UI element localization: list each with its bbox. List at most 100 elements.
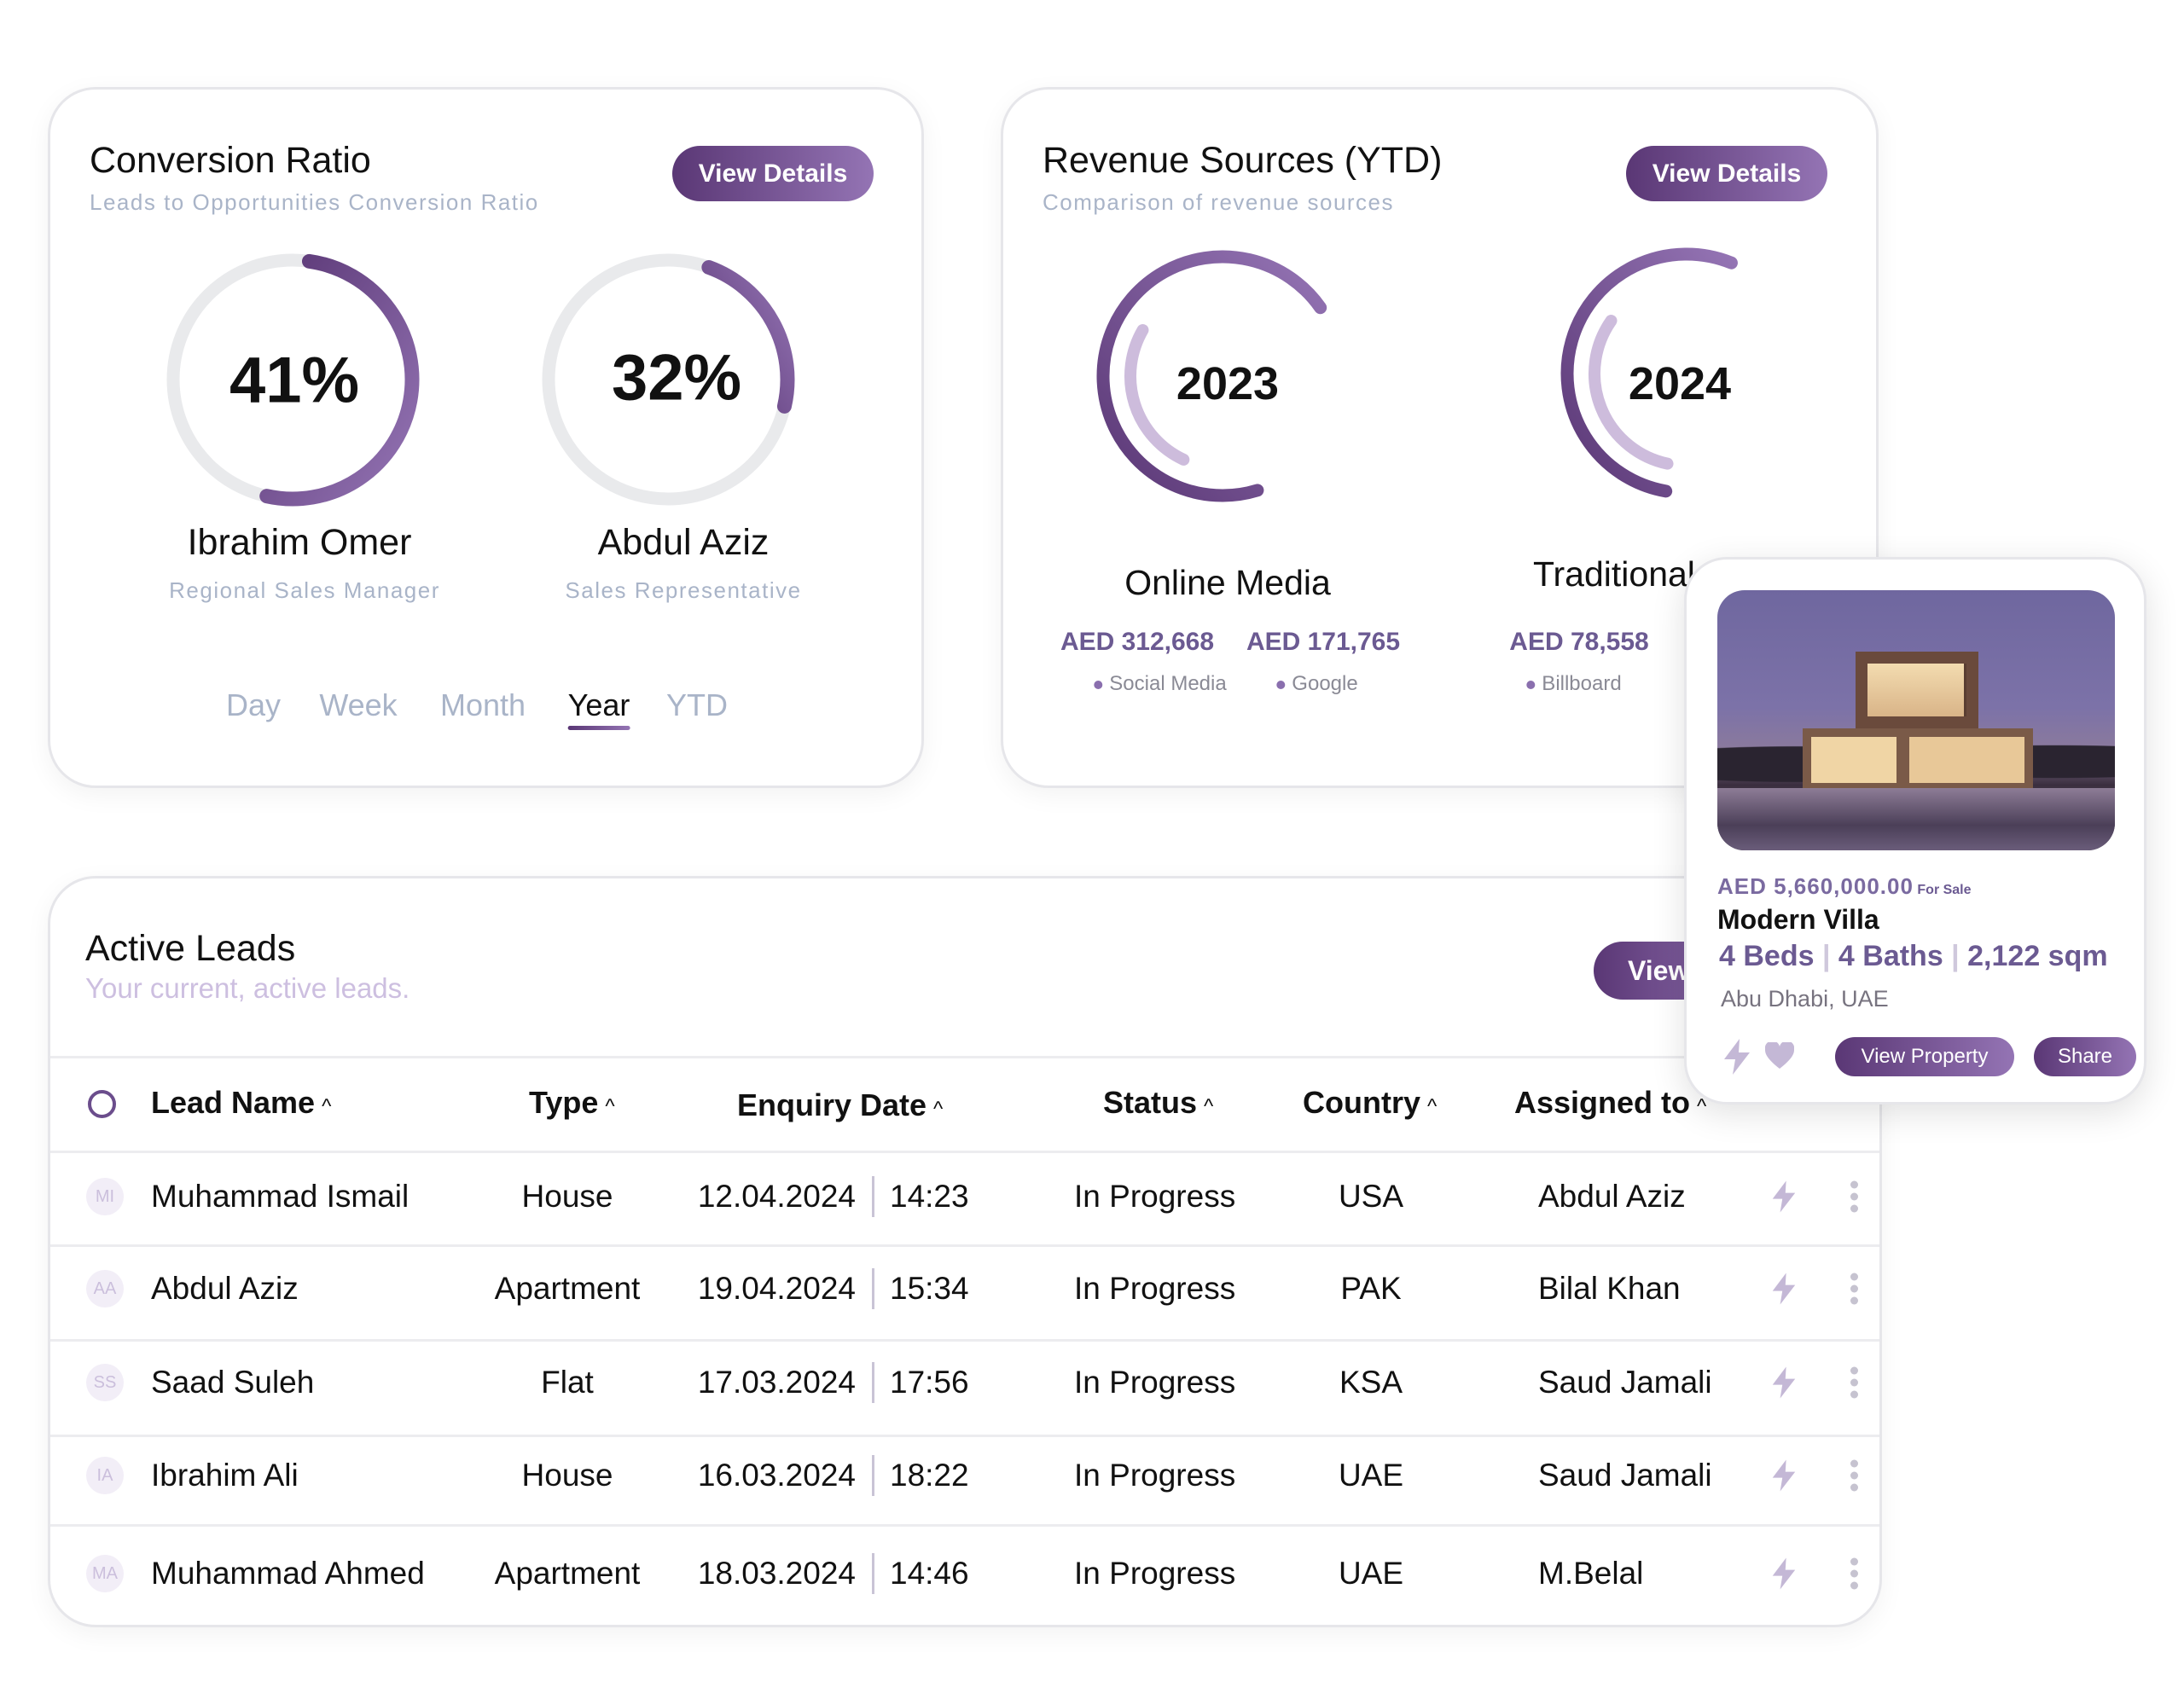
lead-name[interactable]: Ibrahim Ali (151, 1458, 299, 1493)
share-button[interactable]: Share (2034, 1037, 2136, 1076)
beds: 4 Beds (1719, 940, 1815, 972)
lead-type: House (521, 1179, 613, 1214)
leads-title: Active Leads (85, 928, 296, 969)
date-time-separator (872, 1268, 874, 1309)
photo-house-lower (1803, 728, 2033, 788)
lead-avatar: MA (86, 1555, 124, 1592)
property-photo[interactable] (1717, 590, 2115, 850)
heart-icon[interactable] (1765, 1042, 1794, 1070)
lead-type: Flat (541, 1365, 594, 1400)
lead-date: 18.03.2024 (697, 1556, 856, 1591)
amount-billboard: AED 78,558 (1509, 628, 1649, 656)
lead-country: KSA (1339, 1365, 1403, 1400)
lead-type: Apartment (494, 1556, 641, 1591)
lead-country: UAE (1338, 1458, 1404, 1493)
price-value: AED 5,660,000.00 (1717, 873, 1914, 899)
more-options-icon[interactable] (1849, 1177, 1859, 1217)
bolt-icon[interactable] (1771, 1365, 1797, 1400)
lead-status: In Progress (1074, 1458, 1236, 1493)
lead-avatar: IA (86, 1457, 124, 1494)
lead-date: 12.04.2024 (697, 1179, 856, 1214)
header-divider (50, 1056, 1879, 1058)
group-traditional: Traditional (1533, 554, 1695, 594)
lead-avatar: MI (86, 1178, 124, 1215)
sort-caret-icon: ^ (933, 1098, 944, 1121)
bolt-icon[interactable] (1771, 1180, 1797, 1214)
legend-social-media: Social Media (1094, 672, 1226, 696)
column-label: Lead Name (151, 1085, 316, 1120)
bolt-icon[interactable] (1771, 1272, 1797, 1306)
column-enquiry-date[interactable]: Enquiry Date ^ (737, 1087, 943, 1123)
lead-time: 14:46 (890, 1556, 969, 1591)
lead-date: 17.03.2024 (697, 1365, 856, 1400)
column-type[interactable]: Type ^ (529, 1085, 615, 1121)
amount-social-media: AED 312,668 (1060, 628, 1215, 656)
lead-name[interactable]: Abdul Aziz (151, 1271, 299, 1307)
lead-country: PAK (1340, 1271, 1402, 1306)
view-property-button[interactable]: View Property (1835, 1037, 2014, 1076)
lead-assigned-to: Abdul Aziz (1538, 1179, 1686, 1214)
more-options-icon[interactable] (1849, 1363, 1859, 1403)
legend-google: Google (1276, 672, 1357, 696)
lead-time: 18:22 (890, 1458, 969, 1493)
lead-time: 15:34 (890, 1271, 969, 1306)
lead-status: In Progress (1074, 1365, 1236, 1400)
sort-caret-icon: ^ (1427, 1095, 1438, 1118)
more-options-icon[interactable] (1849, 1269, 1859, 1309)
lead-time: 17:56 (890, 1365, 969, 1400)
bolt-icon[interactable] (1722, 1039, 1751, 1075)
column-label: Enquiry Date (737, 1087, 927, 1122)
date-time-separator (872, 1362, 874, 1403)
lead-status: In Progress (1074, 1556, 1236, 1591)
sort-caret-icon: ^ (605, 1095, 615, 1118)
row-divider (50, 1524, 1879, 1527)
lead-assigned-to: Bilal Khan (1538, 1271, 1681, 1306)
column-status[interactable]: Status ^ (1103, 1085, 1213, 1121)
lead-date: 16.03.2024 (697, 1458, 856, 1493)
more-options-icon[interactable] (1849, 1554, 1859, 1594)
property-price: AED 5,660,000.00 For Sale (1717, 873, 1972, 900)
lead-avatar: AA (86, 1270, 124, 1307)
lead-date: 19.04.2024 (697, 1271, 856, 1306)
lead-assigned-to: Saud Jamali (1538, 1458, 1712, 1493)
listing-type: For Sale (1917, 883, 1972, 897)
lead-type: Apartment (494, 1271, 641, 1306)
property-specs: 4 Beds | 4 Baths | 2,122 sqm (1719, 940, 2108, 972)
date-time-separator (872, 1176, 874, 1217)
property-location: Abu Dhabi, UAE (1721, 986, 1889, 1012)
column-label: Assigned to (1514, 1085, 1691, 1120)
lead-name[interactable]: Muhammad Ismail (151, 1179, 409, 1215)
column-country[interactable]: Country ^ (1303, 1085, 1437, 1121)
year-label-2023: 2023 (1176, 358, 1280, 409)
column-assigned-to[interactable]: Assigned to ^ (1514, 1085, 1706, 1121)
lead-country: USA (1338, 1179, 1404, 1214)
lead-assigned-to: M.Belal (1538, 1556, 1644, 1591)
lead-type: House (521, 1458, 613, 1493)
lead-name[interactable]: Muhammad Ahmed (151, 1556, 425, 1592)
column-label: Country (1303, 1085, 1420, 1120)
column-label: Status (1103, 1085, 1198, 1120)
amount-google: AED 171,765 (1246, 628, 1401, 656)
legend-billboard: Billboard (1526, 672, 1621, 696)
area: 2,122 sqm (1967, 940, 2108, 972)
bolt-icon[interactable] (1771, 1557, 1797, 1591)
select-all-radio[interactable] (88, 1090, 116, 1118)
lead-name[interactable]: Saad Suleh (151, 1365, 314, 1400)
more-options-icon[interactable] (1849, 1456, 1859, 1496)
lead-country: UAE (1338, 1556, 1404, 1591)
lead-assigned-to: Saud Jamali (1538, 1365, 1712, 1400)
lead-time: 14:23 (890, 1179, 969, 1214)
row-divider (50, 1339, 1879, 1342)
lead-avatar: SS (86, 1364, 124, 1401)
baths: 4 Baths (1838, 940, 1943, 972)
date-time-separator (872, 1553, 874, 1594)
property-card[interactable]: AED 5,660,000.00 For Sale Modern Villa 4… (1684, 557, 2146, 1105)
column-lead-name[interactable]: Lead Name ^ (151, 1085, 331, 1121)
bolt-icon[interactable] (1771, 1458, 1797, 1493)
year-label-2024: 2024 (1628, 358, 1732, 409)
column-label: Type (529, 1085, 599, 1120)
leads-subtitle: Your current, active leads. (85, 972, 410, 1004)
row-divider (50, 1435, 1879, 1437)
sort-caret-icon: ^ (1204, 1095, 1214, 1118)
sort-caret-icon: ^ (322, 1095, 332, 1118)
